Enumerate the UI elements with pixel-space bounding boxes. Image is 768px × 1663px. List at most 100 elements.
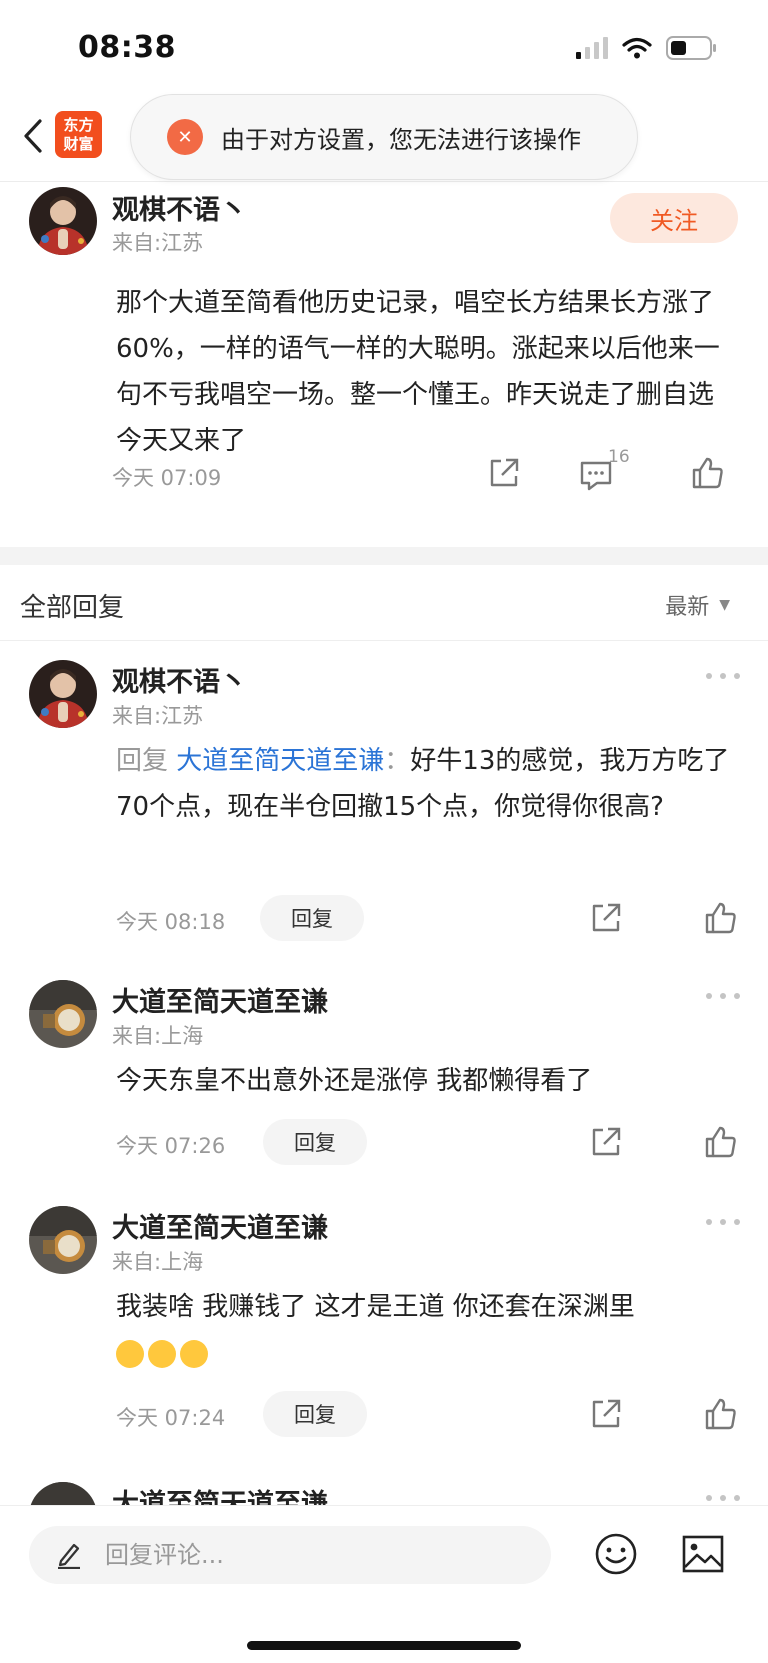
reply-time: 今天 07:26 — [116, 1134, 226, 1158]
location: 来自:江苏 — [112, 704, 204, 728]
avatar[interactable] — [29, 187, 97, 255]
username[interactable]: 大道至简天道至谦 — [112, 1482, 328, 1505]
bottom-bar — [0, 1505, 768, 1663]
username[interactable]: 大道至简天道至谦 — [112, 980, 328, 1019]
toast-text: 由于对方设置，您无法进行该操作 — [221, 125, 581, 154]
like-button[interactable] — [701, 1394, 741, 1434]
replies-title: 全部回复 — [20, 593, 125, 623]
more-dots-icon — [706, 673, 712, 679]
share-button[interactable] — [586, 898, 626, 938]
more-button[interactable] — [706, 1492, 740, 1504]
chevron-left-icon — [24, 119, 42, 153]
location: 来自:上海 — [112, 1024, 204, 1048]
logo-line-2: 财富 — [63, 134, 94, 153]
status-time: 08:38 — [78, 30, 176, 65]
reply-item: 大道至简天道至谦 来自:上海 我装啥 我赚钱了 这才是王道 你还套在深渊里 今天… — [0, 1188, 768, 1448]
thumbs-up-icon — [705, 902, 736, 934]
like-button[interactable] — [701, 1122, 741, 1162]
thumbs-up-icon — [705, 1398, 736, 1430]
close-circle-icon: ✕ — [167, 119, 203, 155]
signal-icon — [576, 37, 608, 63]
more-button[interactable] — [706, 670, 740, 682]
share-icon — [592, 903, 621, 932]
back-button[interactable] — [16, 112, 50, 160]
wifi-icon — [622, 37, 652, 63]
logo-line-1: 东方 — [63, 115, 94, 134]
avatar[interactable] — [29, 1482, 97, 1505]
share-icon — [490, 458, 519, 487]
image-button[interactable] — [681, 1534, 725, 1574]
main-post: 观棋不语丶 来自:江苏 关注 那个大道至简看他历史记录，唱空长方结果长方涨了60… — [0, 183, 768, 547]
reply-button[interactable]: 回复 — [263, 1391, 367, 1437]
battery-icon — [666, 36, 718, 64]
more-dot — [720, 1495, 726, 1501]
mention-colon: ： — [384, 746, 411, 776]
username[interactable]: 观棋不语丶 — [112, 188, 247, 227]
reply-button[interactable]: 回复 — [263, 1119, 367, 1165]
more-button[interactable] — [706, 990, 740, 1002]
replies-header: 全部回复 最新 ▼ — [0, 565, 768, 641]
reply-body: 我装啥 我赚钱了 这才是王道 你还套在深渊里 — [116, 1292, 635, 1322]
nav-bar: 东方 财富 ✕ 由于对方设置，您无法进行该操作 — [0, 92, 768, 182]
avatar[interactable] — [29, 1206, 97, 1274]
share-button[interactable] — [586, 1122, 626, 1162]
share-button[interactable] — [586, 1394, 626, 1434]
pen-icon — [55, 1541, 83, 1569]
image-icon — [682, 1535, 724, 1573]
comment-input[interactable] — [105, 1541, 505, 1569]
post-content: 那个大道至简看他历史记录，唱空长方结果长方涨了60%，一样的语气一样的大聪明。涨… — [116, 288, 720, 456]
more-dots-icon — [706, 1495, 712, 1501]
reply-time: 今天 07:24 — [116, 1406, 226, 1430]
avatar[interactable] — [29, 980, 97, 1048]
caret-down-icon: ▼ — [719, 597, 730, 613]
location: 来自:江苏 — [112, 231, 204, 255]
more-dot — [734, 993, 740, 999]
sort-dropdown[interactable]: 最新 ▼ — [665, 589, 730, 621]
reply-button[interactable]: 回复 — [260, 895, 364, 941]
follow-button[interactable]: 关注 — [610, 193, 738, 243]
emoji-button[interactable] — [594, 1532, 638, 1576]
comment-count: 16 — [608, 447, 630, 467]
reply-item: 观棋不语丶 来自:江苏 回复 大道至简天道至谦：好牛13的感觉，我万方吃了70个… — [0, 642, 768, 952]
app-logo[interactable]: 东方 财富 — [55, 111, 102, 158]
share-icon — [592, 1127, 621, 1156]
more-dots-icon — [706, 1219, 712, 1225]
more-dot — [720, 1219, 726, 1225]
home-indicator — [247, 1641, 521, 1650]
dizzy-face-emoji-icon — [148, 1339, 176, 1368]
reply-item: 大道至简天道至谦 — [0, 1464, 768, 1505]
reply-prefix: 回复 — [116, 746, 177, 776]
like-button[interactable] — [688, 453, 728, 493]
sort-label: 最新 — [665, 595, 710, 620]
more-dot — [720, 673, 726, 679]
reply-text: 回复 大道至简天道至谦：好牛13的感觉，我万方吃了70个点，现在半仓回撤15个点… — [116, 738, 736, 830]
more-dot — [720, 993, 726, 999]
more-dot — [734, 1219, 740, 1225]
reply-time: 今天 08:18 — [116, 910, 226, 934]
comment-input-box[interactable] — [29, 1526, 551, 1584]
more-dot — [734, 673, 740, 679]
post-time: 今天 07:09 — [112, 466, 222, 490]
toast-message: ✕ 由于对方设置，您无法进行该操作 — [130, 94, 638, 180]
more-button[interactable] — [706, 1216, 740, 1228]
reply-text: 今天东皇不出意外还是涨停 我都懒得看了 — [116, 1066, 593, 1096]
reply-text: 我装啥 我赚钱了 这才是王道 你还套在深渊里 — [116, 1284, 736, 1376]
status-bar: 08:38 — [0, 0, 768, 92]
share-icon — [592, 1399, 621, 1428]
mention-link[interactable]: 大道至简天道至谦 — [176, 746, 384, 776]
share-button[interactable] — [484, 453, 524, 493]
reply-item: 大道至简天道至谦 来自:上海 今天东皇不出意外还是涨停 我都懒得看了 今天 07… — [0, 962, 768, 1172]
dizzy-face-emoji-icon — [180, 1339, 208, 1368]
section-divider — [0, 547, 768, 565]
thumbs-up-icon — [692, 457, 723, 489]
like-button[interactable] — [701, 898, 741, 938]
more-dot — [734, 1495, 740, 1501]
avatar[interactable] — [29, 660, 97, 728]
username[interactable]: 观棋不语丶 — [112, 660, 247, 699]
emoji-icon — [595, 1533, 637, 1575]
thumbs-up-icon — [705, 1126, 736, 1158]
status-icons — [576, 36, 718, 64]
dizzy-face-emoji-icon — [116, 1339, 144, 1368]
more-dots-icon — [706, 993, 712, 999]
username[interactable]: 大道至简天道至谦 — [112, 1206, 328, 1245]
